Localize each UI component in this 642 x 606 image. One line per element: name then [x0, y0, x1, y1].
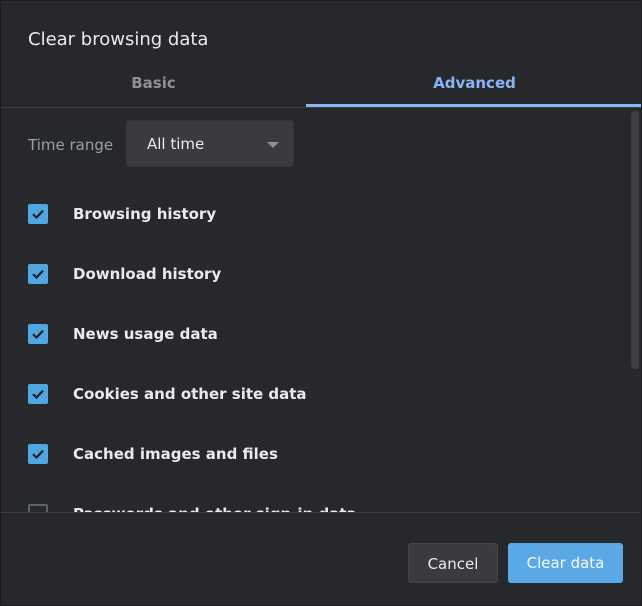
time-range-value: All time	[147, 135, 205, 153]
news-usage-data-label: News usage data	[73, 325, 218, 343]
option-row-download-history[interactable]: Download history	[1, 254, 621, 294]
option-row-browsing-history[interactable]: Browsing history	[1, 194, 621, 234]
checkmark-icon	[32, 449, 44, 460]
passwords-checkbox[interactable]	[28, 504, 48, 512]
active-tab-indicator	[306, 104, 641, 107]
tab-bar: Basic Advanced	[1, 63, 641, 108]
advanced-settings-panel: Time range All time Browsing history Dow…	[1, 108, 641, 512]
tab-basic[interactable]: Basic	[1, 63, 306, 107]
dropdown-caret-icon	[267, 142, 279, 148]
tab-advanced[interactable]: Advanced	[306, 63, 641, 107]
download-history-label: Download history	[73, 265, 222, 283]
checkmark-icon	[32, 209, 44, 220]
time-range-label: Time range	[28, 136, 114, 154]
clear-data-button[interactable]: Clear data	[508, 543, 623, 583]
time-range-dropdown[interactable]: All time	[126, 120, 294, 167]
dialog-title: Clear browsing data	[28, 29, 209, 50]
option-row-cached-images[interactable]: Cached images and files	[1, 434, 621, 474]
clear-browsing-data-dialog: Clear browsing data Basic Advanced Time …	[0, 0, 642, 606]
news-usage-data-checkbox[interactable]	[28, 324, 48, 344]
option-row-passwords[interactable]: Passwords and other sign-in data	[1, 494, 621, 512]
cached-images-checkbox[interactable]	[28, 444, 48, 464]
checkmark-icon	[32, 329, 44, 340]
dialog-footer: Cancel Clear data	[1, 512, 641, 605]
cached-images-label: Cached images and files	[73, 445, 278, 463]
cookies-label: Cookies and other site data	[73, 385, 307, 403]
download-history-checkbox[interactable]	[28, 264, 48, 284]
browsing-history-checkbox[interactable]	[28, 204, 48, 224]
checkmark-icon	[32, 389, 44, 400]
passwords-label: Passwords and other sign-in data	[73, 504, 357, 512]
option-row-news-usage-data[interactable]: News usage data	[1, 314, 621, 354]
panel-scrollbar[interactable]	[631, 111, 639, 369]
cookies-checkbox[interactable]	[28, 384, 48, 404]
cancel-button[interactable]: Cancel	[408, 543, 498, 583]
checkmark-icon	[32, 269, 44, 280]
browsing-history-label: Browsing history	[73, 205, 217, 223]
option-row-cookies[interactable]: Cookies and other site data	[1, 374, 621, 414]
